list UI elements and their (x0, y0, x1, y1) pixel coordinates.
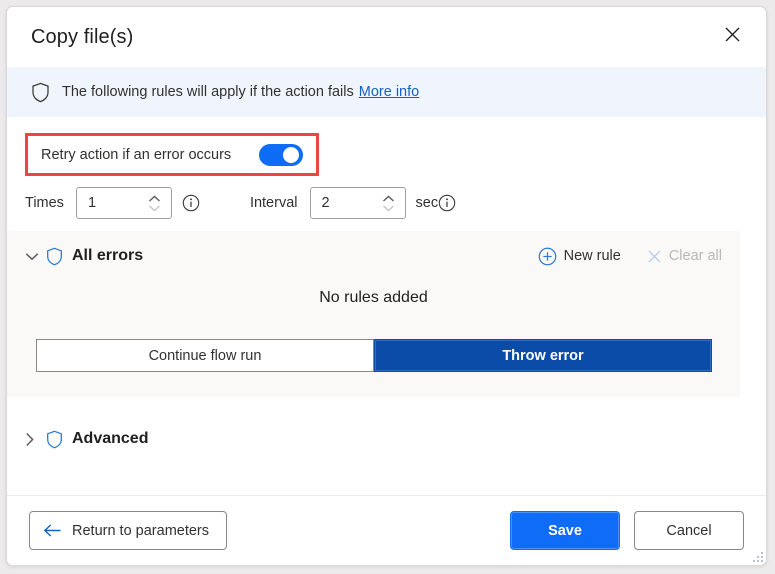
return-to-parameters-button[interactable]: Return to parameters (29, 511, 228, 550)
shield-icon (46, 430, 63, 449)
interval-input[interactable] (310, 195, 377, 211)
new-rule-label: New rule (563, 248, 621, 264)
retry-action-label: Retry action if an error occurs (41, 146, 232, 163)
dialog-footer: Return to parameters Save Cancel (7, 495, 766, 565)
retry-action-highlight: Retry action if an error occurs (25, 133, 319, 176)
no-rules-message: No rules added (319, 289, 428, 306)
cancel-button[interactable]: Cancel (634, 511, 744, 550)
chevron-up-icon[interactable] (382, 195, 395, 203)
interval-stepper[interactable] (309, 187, 406, 219)
times-info-icon[interactable] (182, 194, 200, 212)
dialog-body: Retry action if an error occurs Times 1 … (7, 117, 766, 495)
chevron-down-icon[interactable] (148, 204, 161, 212)
plus-circle-icon (538, 247, 557, 266)
retry-action-toggle[interactable] (259, 143, 303, 166)
chevron-up-icon[interactable] (148, 195, 161, 203)
advanced-title: Advanced (72, 430, 149, 447)
banner-text: The following rules will apply if the ac… (62, 84, 354, 100)
on-error-behavior-segmented: Continue flow run Throw error (36, 339, 712, 372)
times-stepper[interactable] (75, 187, 172, 219)
interval-info-icon[interactable] (438, 194, 456, 212)
close-icon (647, 249, 662, 264)
shield-icon (46, 247, 63, 266)
chevron-down-icon[interactable] (25, 252, 43, 261)
return-to-parameters-label: Return to parameters (72, 522, 210, 539)
interval-unit-label: sec (415, 195, 439, 211)
copy-files-dialog: Copy file(s) The following rules will ap… (6, 6, 767, 566)
new-rule-button[interactable]: New rule (538, 247, 621, 266)
page-title: Copy file(s) (31, 26, 134, 48)
resize-grip[interactable] (750, 549, 763, 562)
advanced-section-header[interactable]: Advanced (25, 419, 148, 459)
close-button[interactable] (716, 21, 748, 53)
save-button[interactable]: Save (510, 511, 620, 550)
all-errors-header[interactable]: All errors New rule Clear all (7, 231, 740, 281)
all-errors-panel: All errors New rule Clear all No rules a… (7, 231, 740, 397)
more-info-link[interactable]: More info (359, 84, 419, 100)
shield-icon (31, 82, 50, 103)
clear-all-label: Clear all (668, 248, 722, 264)
times-label: Times (25, 195, 64, 211)
interval-label: Interval (249, 195, 298, 211)
segment-continue-flow-run[interactable]: Continue flow run (36, 339, 374, 372)
dialog-titlebar: Copy file(s) (7, 7, 766, 67)
times-input[interactable] (76, 195, 143, 211)
chevron-right-icon[interactable] (25, 432, 43, 447)
chevron-down-icon[interactable] (382, 204, 395, 212)
clear-all-button[interactable]: Clear all (647, 248, 722, 264)
close-icon (725, 27, 740, 47)
arrow-left-icon (43, 523, 62, 538)
interval-spin-arrows (377, 195, 405, 212)
toggle-knob (283, 146, 299, 163)
info-banner: The following rules will apply if the ac… (7, 67, 766, 117)
retry-settings-row: Times Interval (25, 185, 456, 221)
all-errors-title: All errors (72, 247, 144, 264)
segment-throw-error[interactable]: Throw error (374, 339, 712, 372)
times-spin-arrows (143, 195, 171, 212)
